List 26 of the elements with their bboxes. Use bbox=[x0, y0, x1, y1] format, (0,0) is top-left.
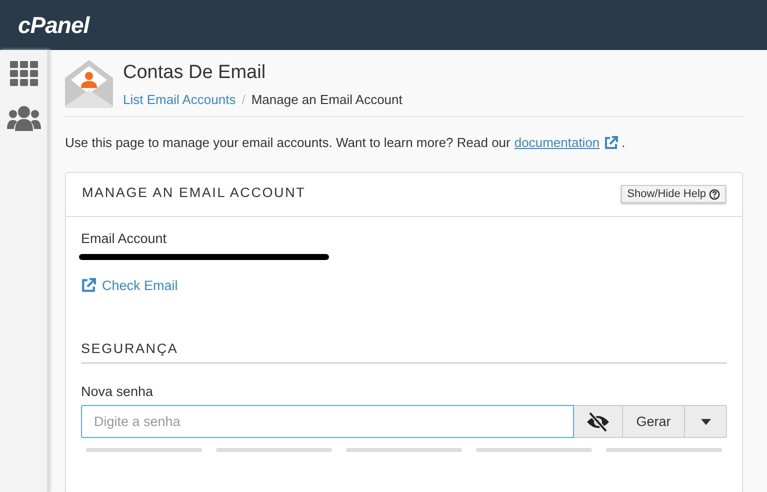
email-account-label: Email Account bbox=[81, 231, 168, 246]
generate-button[interactable]: Gerar bbox=[623, 405, 685, 438]
period-text: . bbox=[622, 135, 626, 150]
card-title: MANAGE AN EMAIL ACCOUNT bbox=[82, 185, 306, 200]
envelope-person-icon bbox=[65, 60, 113, 108]
external-link-icon bbox=[81, 278, 96, 293]
password-field[interactable]: Digite a senha bbox=[81, 405, 574, 438]
check-email-link[interactable]: Check Email bbox=[102, 278, 178, 293]
logo[interactable]: cPanel bbox=[18, 12, 90, 38]
password-label: Nova senha bbox=[81, 384, 154, 399]
caret-icon bbox=[700, 418, 710, 424]
users-icon[interactable] bbox=[6, 105, 40, 131]
eye-slash-icon bbox=[586, 412, 610, 432]
grid-icon[interactable] bbox=[10, 61, 38, 87]
breadcrumb-separator: / bbox=[242, 92, 246, 107]
breadcrumb-link[interactable]: List Email Accounts bbox=[123, 92, 236, 107]
intro-text: Use this page to manage your email accounts. Want to learn more? Read our bbox=[65, 135, 510, 150]
help-icon bbox=[709, 188, 720, 200]
page-title: Contas De Email bbox=[123, 62, 267, 84]
documentation-link[interactable]: documentation bbox=[514, 135, 600, 150]
external-link-icon bbox=[604, 136, 618, 150]
toggle-visibility-button[interactable] bbox=[574, 405, 623, 438]
show-hide-help-button[interactable]: Show/Hide Help bbox=[621, 185, 726, 203]
dropdown-button[interactable] bbox=[685, 405, 727, 438]
section-heading: SEGURANÇA bbox=[81, 341, 727, 364]
breadcrumb-current: Manage an Email Account bbox=[251, 92, 402, 107]
